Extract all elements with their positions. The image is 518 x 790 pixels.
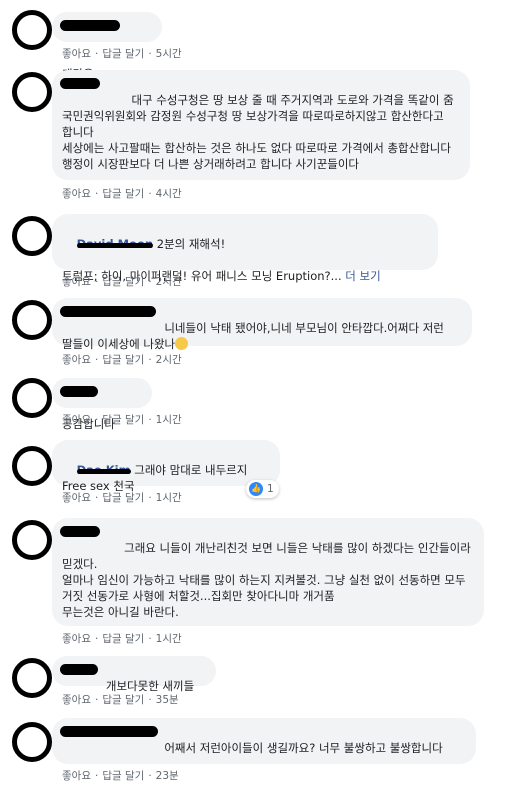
separator: · <box>148 694 152 706</box>
comment-bubble: 공감합니다 <box>52 378 152 431</box>
comment-bubble: 니네들이 낙태 됐어야,니네 부모님이 안타깝다.어쩌다 저런 딸들이 이세상에… <box>52 298 472 351</box>
comment-text: 그래요 니들이 개난리친것 보면 니들은 낙태를 많이 하겠다는 인간들이라 믿… <box>62 541 471 619</box>
redacted-author[interactable] <box>60 664 98 675</box>
separator: · <box>148 492 152 504</box>
comment-actions: 좋아요 · 답글 달기 · 1시간 <box>62 490 182 505</box>
thumbs-up-icon: 👍 <box>249 482 263 496</box>
separator: · <box>94 188 99 200</box>
like-link[interactable]: 좋아요 <box>62 770 91 782</box>
reply-link[interactable]: 답글 달기 <box>102 414 144 426</box>
separator: · <box>94 276 99 288</box>
comment-bubble: 개같은... <box>52 12 162 81</box>
timestamp[interactable]: 1시간 <box>156 492 182 504</box>
reply-link[interactable]: 답글 달기 <box>102 276 144 288</box>
reply-link[interactable]: 답글 달기 <box>102 694 144 706</box>
separator: · <box>94 694 99 706</box>
timestamp[interactable]: 2시간 <box>156 354 182 366</box>
like-link[interactable]: 좋아요 <box>62 492 91 504</box>
comment-actions: 좋아요 · 답글 달기 · 35분 <box>62 692 179 707</box>
redacted-author[interactable] <box>60 526 100 537</box>
comment-actions: 좋아요 · 답글 달기 · 5시간 <box>62 46 182 61</box>
author-name[interactable]: David Moon <box>77 237 153 251</box>
avatar[interactable] <box>12 10 52 50</box>
reply-link[interactable]: 답글 달기 <box>102 633 144 645</box>
separator: · <box>148 48 152 60</box>
timestamp[interactable]: 4시간 <box>156 188 182 200</box>
comment-bubble: 개보다못한 새끼들 <box>52 656 216 693</box>
redacted-author[interactable] <box>60 386 98 397</box>
comment-actions: 좋아요 · 답글 달기 · 4시간 <box>62 186 182 201</box>
comment-text: 개보다못한 새끼들 <box>76 679 195 693</box>
timestamp[interactable]: 5시간 <box>156 48 182 60</box>
separator: · <box>148 276 152 288</box>
separator: · <box>94 414 99 426</box>
avatar[interactable] <box>12 520 52 560</box>
author-name[interactable]: Dae Kim <box>77 463 131 477</box>
avatar[interactable] <box>12 72 52 112</box>
redacted-author[interactable] <box>60 726 158 737</box>
separator: · <box>94 492 99 504</box>
comment-bubble: 대구 수성구청은 땅 보상 줄 때 주거지역과 도로와 가격을 똑같이 줌 국민… <box>52 70 470 180</box>
see-more-link[interactable]: 더 보기 <box>345 269 380 283</box>
redacted-author[interactable] <box>60 20 120 31</box>
separator: · <box>148 414 152 426</box>
timestamp[interactable]: 1시간 <box>156 414 182 426</box>
timestamp[interactable]: 1시간 <box>156 633 182 645</box>
like-link[interactable]: 좋아요 <box>62 354 91 366</box>
reply-link[interactable]: 답글 달기 <box>102 354 144 366</box>
comment-actions: 좋아요 · 답글 달기 · 23분 <box>62 768 179 783</box>
reaction-number: 1 <box>267 483 274 495</box>
comment-text: 대구 수성구청은 땅 보상 줄 때 주거지역과 도로와 가격을 똑같이 줌 국민… <box>62 93 454 171</box>
separator: · <box>94 770 99 782</box>
comment-actions: 좋아요 · 답글 달기 · 1시간 <box>62 412 182 427</box>
comment-bubble: 어째서 저런아이들이 생길까요? 너무 불쌍하고 불쌍합니다 <box>52 718 476 764</box>
reaction-count[interactable]: 👍 1 <box>246 480 279 498</box>
separator: · <box>148 633 152 645</box>
separator: · <box>94 633 99 645</box>
separator: · <box>148 770 152 782</box>
like-link[interactable]: 좋아요 <box>62 188 91 200</box>
avatar[interactable] <box>12 722 52 762</box>
like-link[interactable]: 좋아요 <box>62 48 91 60</box>
redacted-author[interactable] <box>60 306 156 317</box>
comment-actions: 좋아요 · 답글 달기 · 2시간 <box>62 352 182 367</box>
redacted-author[interactable] <box>60 78 100 89</box>
like-link[interactable]: 좋아요 <box>62 414 91 426</box>
separator: · <box>148 188 152 200</box>
comment-text: 니네들이 낙태 됐어야,니네 부모님이 안타깝다.어쩌다 저런 딸들이 이세상에… <box>62 321 448 351</box>
comment-actions: 좋아요 · 답글 달기 · 1시간 <box>62 631 182 646</box>
avatar[interactable] <box>12 300 52 340</box>
like-link[interactable]: 좋아요 <box>62 694 91 706</box>
comment-actions: 좋아요 · 답글 달기 · 2시간 <box>62 274 182 289</box>
timestamp[interactable]: 23분 <box>156 770 179 782</box>
comment-bubble: Dae Kim 그래야 맘대로 내두르지 Free sex 천국 <box>52 440 280 493</box>
separator: · <box>148 354 152 366</box>
timestamp[interactable]: 2시간 <box>156 276 182 288</box>
timestamp[interactable]: 35분 <box>156 694 179 706</box>
like-link[interactable]: 좋아요 <box>62 276 91 288</box>
reply-link[interactable]: 답글 달기 <box>102 188 144 200</box>
avatar[interactable] <box>12 658 52 698</box>
separator: · <box>94 48 99 60</box>
avatar[interactable] <box>12 446 52 486</box>
comment-bubble: 그래요 니들이 개난리친것 보면 니들은 낙태를 많이 하겠다는 인간들이라 믿… <box>52 518 484 626</box>
reply-link[interactable]: 답글 달기 <box>102 48 144 60</box>
crying-face-icon <box>175 337 189 350</box>
like-link[interactable]: 좋아요 <box>62 633 91 645</box>
avatar[interactable] <box>12 216 52 256</box>
separator: · <box>94 354 99 366</box>
reply-link[interactable]: 답글 달기 <box>102 492 144 504</box>
comment-bubble: David Moon 2분의 재해석! 트럼프; 하이, 마이퍼랜덜! 유어 패… <box>52 214 438 283</box>
comment-text: 어째서 저런아이들이 생길까요? 너무 불쌍하고 불쌍합니다 <box>76 741 443 755</box>
reply-link[interactable]: 답글 달기 <box>102 770 144 782</box>
avatar[interactable] <box>12 378 52 418</box>
